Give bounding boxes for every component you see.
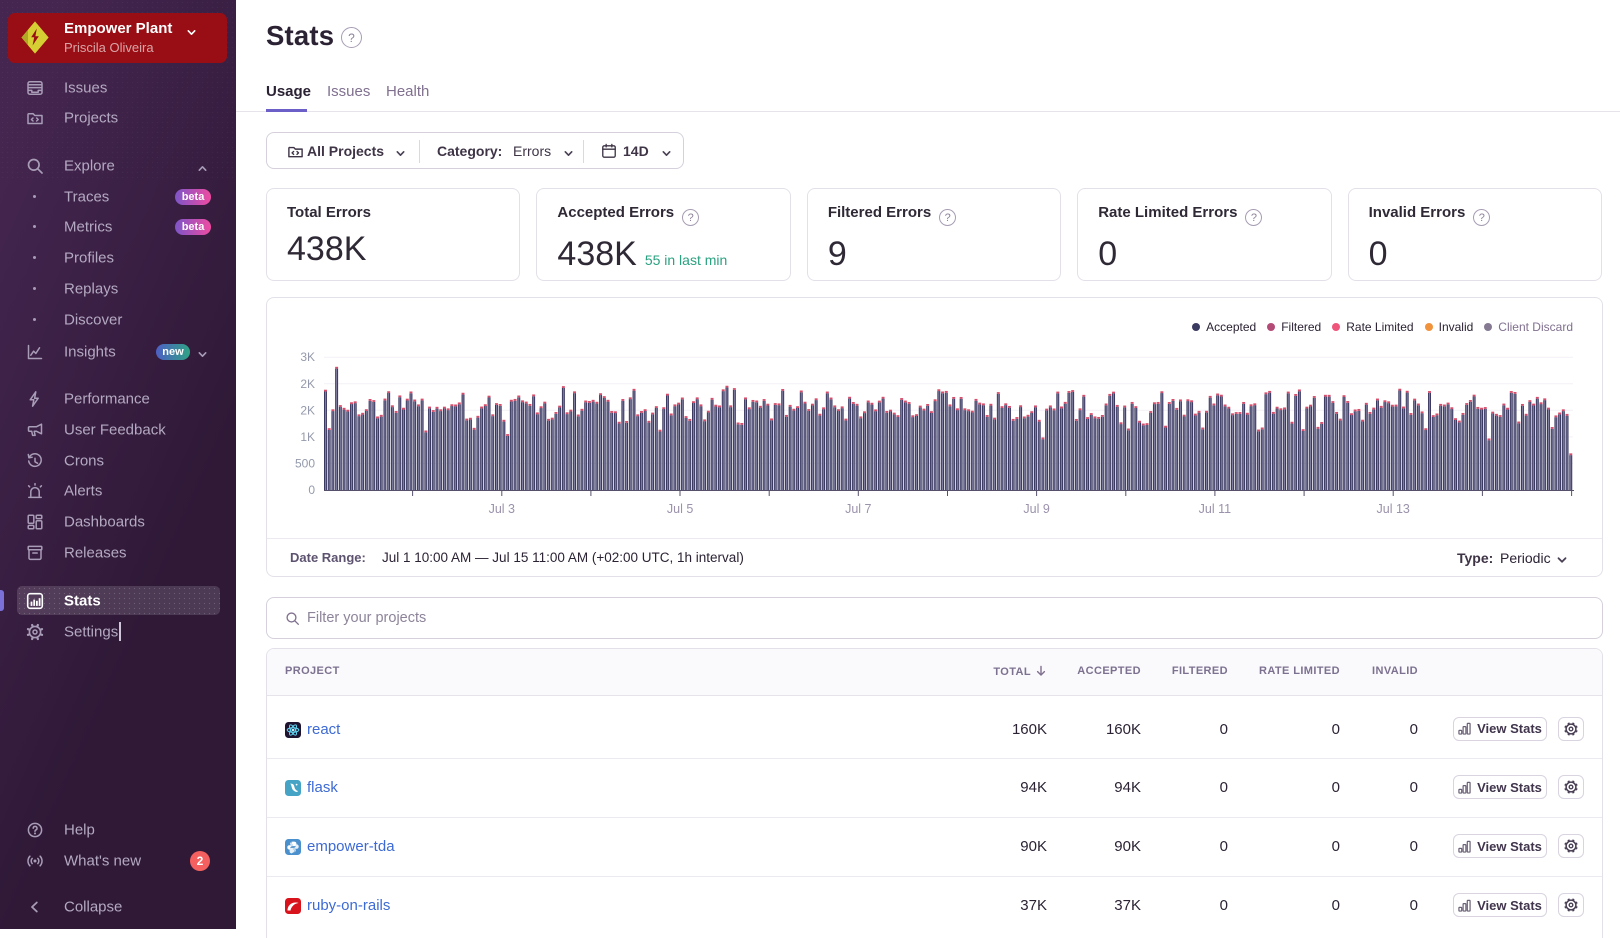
svg-text:Jul 13: Jul 13 bbox=[1377, 502, 1410, 516]
svg-text:1K: 1K bbox=[300, 430, 315, 444]
svg-text:2K: 2K bbox=[300, 377, 315, 391]
svg-text:Jul 5: Jul 5 bbox=[667, 502, 693, 516]
svg-text:Jul 3: Jul 3 bbox=[489, 502, 515, 516]
svg-text:3K: 3K bbox=[300, 350, 315, 364]
svg-text:Jul 11: Jul 11 bbox=[1199, 502, 1231, 516]
svg-text:2K: 2K bbox=[300, 403, 315, 417]
svg-text:0: 0 bbox=[308, 483, 315, 497]
svg-text:500: 500 bbox=[295, 456, 315, 470]
svg-text:Jul 7: Jul 7 bbox=[845, 502, 871, 516]
svg-text:Jul 9: Jul 9 bbox=[1023, 502, 1049, 516]
